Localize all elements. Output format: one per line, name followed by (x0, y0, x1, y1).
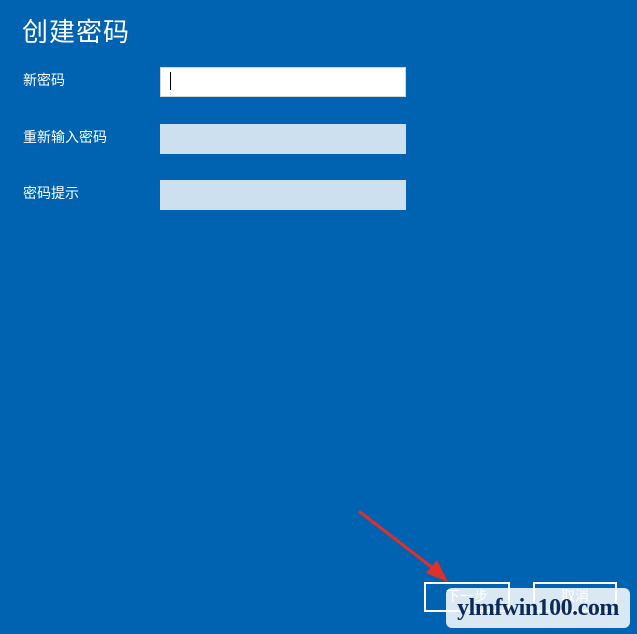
password-hint-input[interactable] (160, 180, 406, 210)
new-password-input[interactable] (160, 67, 406, 97)
reenter-password-label: 重新输入密码 (23, 130, 107, 146)
reenter-password-input[interactable] (160, 124, 406, 154)
text-caret (170, 72, 171, 90)
page-title: 创建密码 (22, 18, 131, 48)
password-hint-label: 密码提示 (23, 186, 79, 202)
site-watermark: ylmfwin100.com (446, 588, 630, 628)
new-password-label: 新密码 (23, 73, 65, 89)
create-password-page: 创建密码 新密码 重新输入密码 密码提示 下一步 取消 ylmfwin100.c… (0, 0, 637, 634)
